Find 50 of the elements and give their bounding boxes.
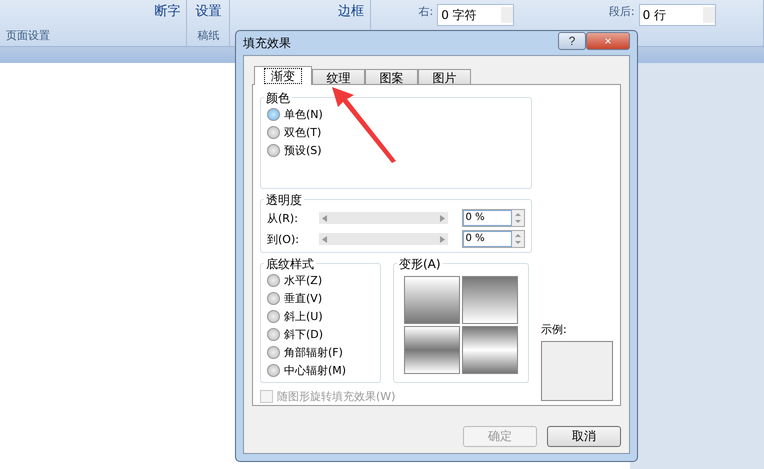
option-label: 斜上(U) xyxy=(284,309,323,324)
radio-button[interactable] xyxy=(267,126,280,139)
option-label: 斜下(D) xyxy=(284,327,324,342)
slider-track[interactable] xyxy=(318,233,448,245)
sample-preview xyxy=(541,341,613,401)
option-label: 中心辐射(M) xyxy=(284,363,346,378)
option-label: 双色(T) xyxy=(284,125,322,140)
group-title: 变形(A) xyxy=(397,256,443,273)
radio-button[interactable] xyxy=(267,310,280,323)
tab[interactable]: 渐变 xyxy=(254,66,312,85)
group-label: 稿纸 xyxy=(197,28,220,43)
gradient-swatch[interactable] xyxy=(462,276,518,324)
radio-button[interactable] xyxy=(267,346,280,359)
field-label: 到(O): xyxy=(267,232,300,246)
radio-button[interactable] xyxy=(267,108,280,121)
spinner-label: 右: xyxy=(418,4,434,19)
sample-label: 示例: xyxy=(541,322,568,337)
radio-button[interactable] xyxy=(267,364,280,377)
spinner-field[interactable]: 0 字符 xyxy=(437,4,514,26)
tab[interactable]: 图片 xyxy=(418,69,471,85)
dialog-title: 填充效果 xyxy=(243,34,291,52)
option-label: 角部辐射(F) xyxy=(284,345,343,360)
radio-button[interactable] xyxy=(267,144,280,157)
option-label: 单色(N) xyxy=(284,107,323,122)
option-label: 水平(Z) xyxy=(284,273,322,288)
spinner-label: 段后: xyxy=(608,4,635,19)
option-label: 预设(S) xyxy=(284,143,322,158)
gradient-swatch[interactable] xyxy=(404,326,460,374)
gradient-swatch[interactable] xyxy=(462,326,518,374)
help-button[interactable]: ? xyxy=(558,32,586,50)
group-label: 页面设置 xyxy=(6,28,50,43)
dialog-button[interactable]: 取消 xyxy=(547,426,621,447)
radio-button[interactable] xyxy=(267,274,280,287)
ribbon-command[interactable]: 设置 xyxy=(195,2,222,20)
percent-spinner[interactable]: 0 % xyxy=(462,230,525,248)
group-title: 颜色 xyxy=(264,90,292,107)
tab[interactable]: 图案 xyxy=(365,69,418,85)
group-title: 底纹样式 xyxy=(264,256,316,273)
radio-button[interactable] xyxy=(267,292,280,305)
option-label: 垂直(V) xyxy=(284,291,322,306)
slider-track[interactable] xyxy=(318,212,448,224)
percent-spinner[interactable]: 0 % xyxy=(462,209,525,227)
gradient-swatch[interactable] xyxy=(404,276,460,324)
ribbon-command[interactable]: 边框 xyxy=(338,2,364,20)
ribbon-command[interactable]: 断字 xyxy=(154,2,180,20)
tab[interactable]: 纹理 xyxy=(312,69,365,85)
checkbox-label: 随图形旋转填充效果(W) xyxy=(277,389,396,404)
radio-button[interactable] xyxy=(267,328,280,341)
spinner-field[interactable]: 0 行 xyxy=(638,4,716,26)
field-label: 从(R): xyxy=(267,210,299,226)
